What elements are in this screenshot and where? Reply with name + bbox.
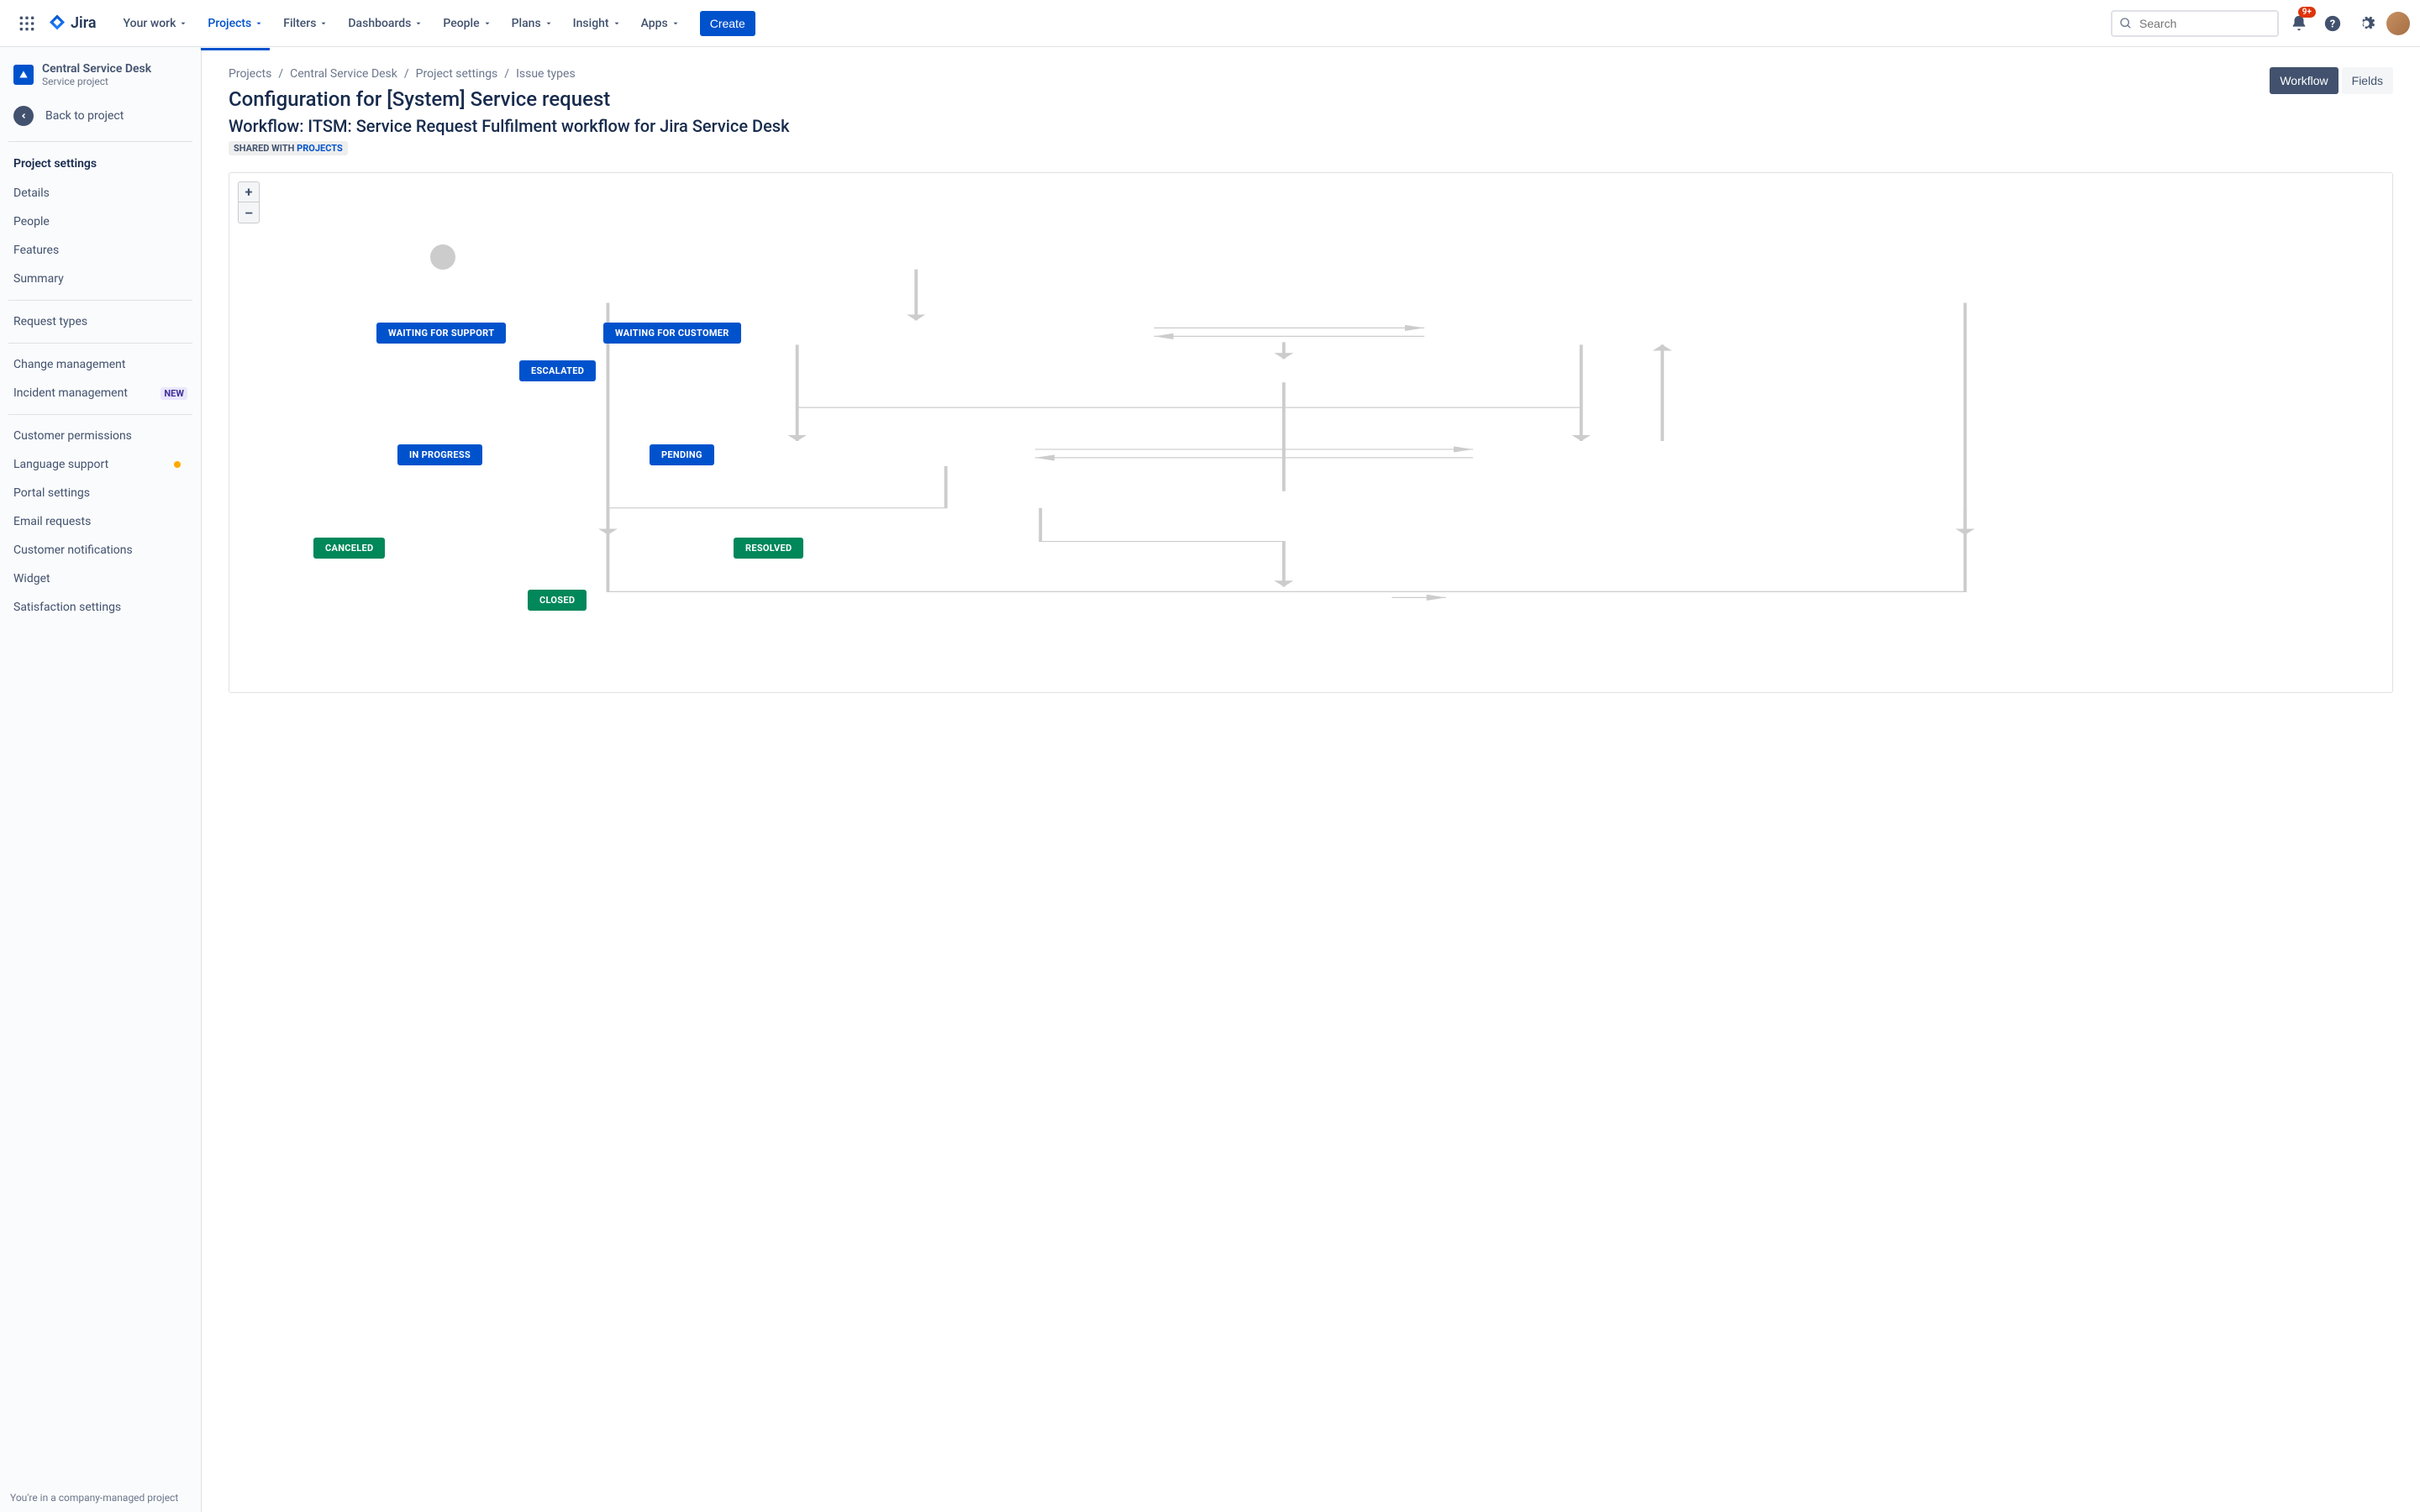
back-label: Back to project xyxy=(45,109,124,123)
back-arrow-icon xyxy=(13,106,34,126)
fields-tab[interactable]: Fields xyxy=(2342,67,2393,94)
zoom-controls: + – xyxy=(238,181,260,223)
project-avatar-icon xyxy=(13,65,34,85)
nav-item-plans[interactable]: Plans xyxy=(505,10,560,37)
logo-text: Jira xyxy=(71,14,97,32)
workflow-node-wfc[interactable]: WAITING FOR CUSTOMER xyxy=(603,323,741,344)
workflow-node-wfs[interactable]: WAITING FOR SUPPORT xyxy=(376,323,506,344)
back-to-project[interactable]: Back to project xyxy=(0,97,201,134)
chevron-down-icon xyxy=(255,19,263,28)
main-content: Projects/Central Service Desk/Project se… xyxy=(202,47,2420,1512)
sidebar-heading: Project settings xyxy=(0,149,201,179)
workflow-node-cancel[interactable]: CANCELED xyxy=(313,538,385,559)
view-toggle: Workflow Fields xyxy=(2266,67,2393,94)
sidebar-footer: You're in a company-managed project xyxy=(0,1483,201,1512)
user-avatar[interactable] xyxy=(2386,12,2410,35)
shared-projects-link[interactable]: PROJECTS xyxy=(297,143,343,154)
chevron-down-icon xyxy=(483,19,492,28)
nav-item-apps[interactable]: Apps xyxy=(634,10,687,37)
sidebar: Central Service Desk Service project Bac… xyxy=(0,47,202,1512)
status-dot-icon xyxy=(174,461,181,468)
sidebar-item-widget[interactable]: Widget xyxy=(0,564,201,593)
breadcrumb-item[interactable]: Project settings xyxy=(416,67,498,81)
sidebar-item-people[interactable]: People xyxy=(0,207,201,236)
new-badge: NEW xyxy=(160,387,187,400)
nav-item-insight[interactable]: Insight xyxy=(566,10,628,37)
chevron-down-icon xyxy=(319,19,328,28)
breadcrumbs: Projects/Central Service Desk/Project se… xyxy=(229,67,790,81)
sidebar-item-portal-settings[interactable]: Portal settings xyxy=(0,479,201,507)
chevron-down-icon xyxy=(544,19,553,28)
sidebar-item-change-management[interactable]: Change management xyxy=(0,350,201,379)
sidebar-group2: Change managementIncident managementNEW xyxy=(0,350,201,407)
chevron-down-icon xyxy=(613,19,621,28)
chevron-down-icon xyxy=(414,19,423,28)
sidebar-item-email-requests[interactable]: Email requests xyxy=(0,507,201,536)
svg-text:?: ? xyxy=(2330,18,2335,30)
zoom-in-button[interactable]: + xyxy=(239,182,259,202)
sidebar-item-features[interactable]: Features xyxy=(0,236,201,265)
nav-item-people[interactable]: People xyxy=(436,10,497,37)
jira-logo[interactable]: Jira xyxy=(47,13,97,34)
notification-badge: 9+ xyxy=(2298,7,2316,18)
search-box xyxy=(2111,10,2279,37)
sidebar-item-details[interactable]: Details xyxy=(0,179,201,207)
nav-item-your-work[interactable]: Your work xyxy=(117,10,195,37)
page-title: Configuration for [System] Service reque… xyxy=(229,87,790,111)
create-button[interactable]: Create xyxy=(700,11,755,36)
nav-item-filters[interactable]: Filters xyxy=(276,10,334,37)
project-header[interactable]: Central Service Desk Service project xyxy=(0,47,201,97)
breadcrumb-item[interactable]: Projects xyxy=(229,67,271,81)
chevron-down-icon xyxy=(179,19,187,28)
sidebar-group3: Customer permissionsLanguage supportPort… xyxy=(0,422,201,622)
workflow-start-node[interactable] xyxy=(430,244,455,270)
workflow-node-esc[interactable]: ESCALATED xyxy=(519,360,596,381)
workflow-canvas[interactable]: + – xyxy=(229,172,2393,693)
page-subtitle: Workflow: ITSM: Service Request Fulfilme… xyxy=(229,116,790,136)
sidebar-group1: DetailsPeopleFeaturesSummary xyxy=(0,179,201,293)
notifications-icon[interactable]: 9+ xyxy=(2286,10,2312,37)
sidebar-item-customer-permissions[interactable]: Customer permissions xyxy=(0,422,201,450)
sidebar-item-incident-management[interactable]: Incident managementNEW xyxy=(0,379,201,407)
breadcrumb-item[interactable]: Central Service Desk xyxy=(290,67,397,81)
project-type: Service project xyxy=(42,76,151,87)
sidebar-item-language-support[interactable]: Language support xyxy=(0,450,201,479)
sidebar-item-satisfaction-settings[interactable]: Satisfaction settings xyxy=(0,593,201,622)
project-name: Central Service Desk xyxy=(42,62,151,76)
sidebar-item-summary[interactable]: Summary xyxy=(0,265,201,293)
top-nav: Jira Your workProjectsFilters Dashboards P… xyxy=(0,0,2420,47)
help-icon[interactable]: ? xyxy=(2319,10,2346,37)
shared-tag: SHARED WITH PROJECTS xyxy=(229,141,348,155)
workflow-node-resolved[interactable]: RESOLVED xyxy=(734,538,803,559)
breadcrumb-item[interactable]: Issue types xyxy=(516,67,576,81)
workflow-node-pending[interactable]: PENDING xyxy=(650,444,714,465)
sidebar-item-request-types[interactable]: Request types xyxy=(0,307,201,336)
chevron-down-icon xyxy=(671,19,680,28)
nav-item-projects[interactable]: Projects xyxy=(201,10,270,37)
search-input[interactable] xyxy=(2111,10,2279,37)
workflow-node-inprog[interactable]: IN PROGRESS xyxy=(397,444,482,465)
nav-items: Your workProjectsFilters Dashboards People… xyxy=(113,10,690,37)
workflow-node-closed[interactable]: CLOSED xyxy=(528,590,587,611)
settings-icon[interactable] xyxy=(2353,10,2380,37)
workflow-tab[interactable]: Workflow xyxy=(2270,67,2338,94)
search-icon xyxy=(2119,17,2133,30)
app-switcher-icon[interactable] xyxy=(17,13,37,34)
zoom-out-button[interactable]: – xyxy=(239,202,259,223)
sidebar-item-customer-notifications[interactable]: Customer notifications xyxy=(0,536,201,564)
nav-item-dashboards[interactable]: Dashboards xyxy=(341,10,429,37)
